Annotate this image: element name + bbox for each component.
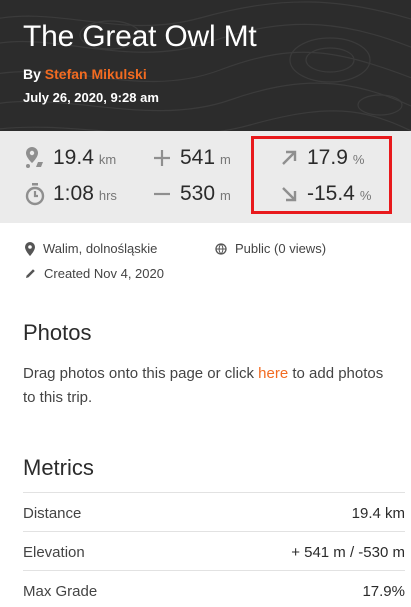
metrics-divider xyxy=(23,531,405,532)
author-link[interactable]: Stefan Mikulski xyxy=(45,66,147,82)
visibility-text: Public (0 views) xyxy=(235,241,327,256)
metric-row-max-grade: Max Grade 17.9% xyxy=(23,583,405,600)
photos-heading: Photos xyxy=(23,320,92,345)
metric-label: Distance xyxy=(23,505,82,522)
minus-icon xyxy=(154,192,170,196)
duration-value: 1:08 xyxy=(53,182,94,205)
trip-date: July 26, 2020, 9:28 am xyxy=(23,90,159,105)
photos-text-before: Drag photos onto this page or click xyxy=(23,365,259,382)
visibility-row: Public (0 views) xyxy=(215,241,326,256)
plus-icon xyxy=(154,150,170,166)
metrics-heading: Metrics xyxy=(23,455,94,480)
distance-value: 19.4 xyxy=(53,146,94,169)
metric-value: 19.4 km xyxy=(351,505,405,522)
trip-title: The Great Owl Mt xyxy=(23,20,257,53)
metric-row-elevation: Elevation + 541 m / -530 m xyxy=(23,544,405,561)
trip-header: The Great Owl Mt By Stefan Mikulski July… xyxy=(0,0,411,131)
descent-unit: m xyxy=(220,188,231,203)
byline: By Stefan Mikulski xyxy=(23,66,147,82)
stat-distance: 19.4 km xyxy=(26,146,117,170)
duration-unit: hrs xyxy=(98,188,117,203)
add-photos-link[interactable]: here xyxy=(258,365,288,382)
location-pin-icon xyxy=(25,241,35,256)
stopwatch-icon xyxy=(25,183,45,206)
location-text: Walim, dolnośląskie xyxy=(43,241,158,256)
metric-label: Elevation xyxy=(23,544,85,561)
distance-unit: km xyxy=(98,152,117,167)
grade-highlight-box xyxy=(251,136,392,214)
metric-value: 17.9% xyxy=(362,583,405,600)
location-row: Walim, dolnośląskie xyxy=(25,241,157,256)
created-text: Created Nov 4, 2020 xyxy=(44,266,164,281)
globe-icon xyxy=(215,242,227,255)
ascent-value: 541 xyxy=(180,146,216,169)
pencil-icon xyxy=(26,269,35,278)
stat-ascent: 541 m xyxy=(154,146,231,170)
metrics-divider xyxy=(23,492,405,493)
descent-value: 530 xyxy=(180,182,216,205)
metric-label: Max Grade xyxy=(23,583,98,600)
photos-instructions: Drag photos onto this page or click here… xyxy=(23,362,393,410)
created-row: Created Nov 4, 2020 xyxy=(25,266,164,281)
metrics-divider xyxy=(23,570,405,571)
ascent-unit: m xyxy=(220,152,231,167)
metric-value: + 541 m / -530 m xyxy=(291,544,405,561)
stat-descent: 530 m xyxy=(154,182,231,206)
distance-pin-icon xyxy=(26,147,43,168)
stat-duration: 1:08 hrs xyxy=(25,182,117,206)
metric-row-distance: Distance 19.4 km xyxy=(23,505,405,522)
byline-prefix: By xyxy=(23,66,45,82)
